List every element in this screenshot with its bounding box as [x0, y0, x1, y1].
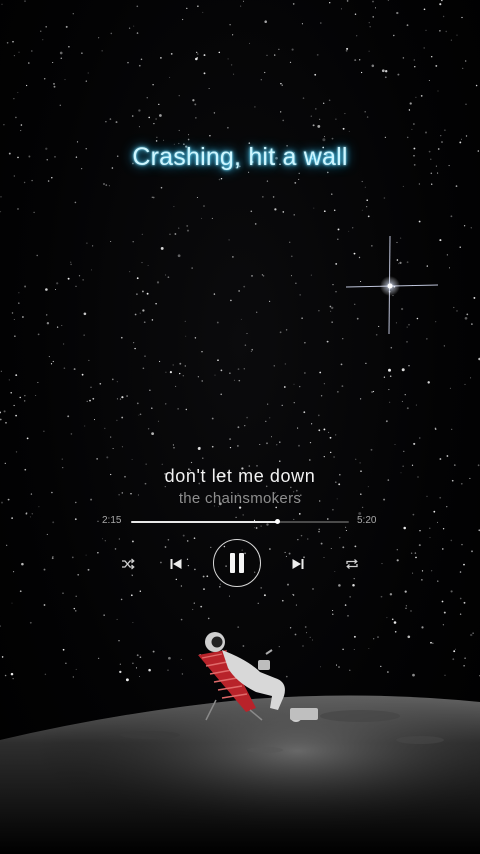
progress-fill: [131, 521, 278, 523]
music-player-screen: Crashing, hit a wall don't let me down t…: [0, 0, 480, 854]
skip-previous-icon: [170, 559, 182, 569]
repeat-button[interactable]: [342, 554, 362, 574]
pause-icon: [230, 553, 244, 573]
elapsed-time: 2:15: [102, 515, 122, 526]
play-pause-button[interactable]: [213, 539, 261, 587]
previous-track-button[interactable]: [166, 554, 186, 574]
progress-knob[interactable]: [275, 519, 281, 524]
skip-next-icon: [292, 559, 304, 569]
moon-surface-illustration: [0, 632, 480, 854]
next-track-button[interactable]: [288, 554, 308, 574]
progress-bar[interactable]: [131, 519, 349, 524]
repeat-icon: [346, 559, 358, 569]
song-artist: the chainsmokers: [178, 490, 302, 507]
shuffle-icon: [122, 558, 135, 570]
shuffle-button[interactable]: [118, 554, 138, 574]
current-lyric-line: Crashing, hit a wall: [132, 143, 348, 171]
bright-star-decoration: [346, 236, 438, 334]
song-title: don't let me down: [164, 466, 316, 486]
total-time: 5:20: [357, 515, 377, 526]
